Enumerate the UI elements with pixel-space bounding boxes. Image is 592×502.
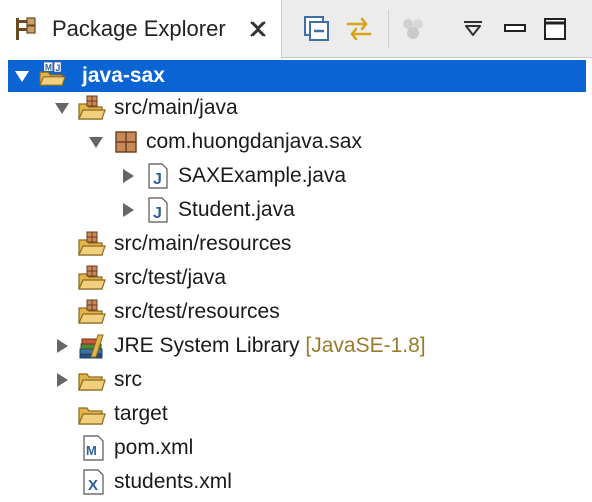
filters-icon[interactable] [398, 14, 428, 44]
tree-item-label: src/test/resources [114, 300, 280, 323]
library-name: JRE System Library [114, 334, 300, 357]
tree-item-project[interactable]: M J java-sax [8, 60, 586, 92]
source-folder-icon [78, 231, 106, 256]
tree-item-label: pom.xml [114, 436, 194, 459]
tree-item-label: src [114, 368, 142, 391]
package-icon [115, 131, 137, 153]
collapsed-twisty-icon[interactable] [120, 168, 136, 184]
tree-item-label: src/main/java [114, 96, 238, 119]
view-menu-icon[interactable] [458, 14, 488, 44]
tree-item-label: src/main/resources [114, 232, 292, 255]
tree-item-student[interactable]: J Student.java [8, 194, 586, 226]
source-folder-icon [78, 299, 106, 324]
package-tree: M J java-sax src/main/java com.huongdanj [0, 58, 592, 502]
tree-item-label: com.huongdanjava.sax [146, 130, 362, 153]
expanded-twisty-icon[interactable] [14, 68, 30, 84]
collapsed-twisty-icon[interactable] [54, 372, 70, 388]
svg-text:X: X [88, 477, 98, 494]
package-explorer-icon [16, 17, 36, 40]
tree-item-src-main-java[interactable]: src/main/java [8, 92, 586, 124]
library-icon [79, 334, 104, 359]
tree-item-pom[interactable]: M pom.xml [8, 432, 586, 464]
folder-icon [78, 407, 106, 425]
library-version-decoration: [JavaSE-1.8] [305, 334, 426, 357]
tree-item-src-test-java[interactable]: src/test/java [8, 262, 586, 294]
tab-title: Package Explorer [52, 16, 226, 41]
java-file-icon: J [148, 197, 168, 223]
collapsed-twisty-icon[interactable] [54, 338, 70, 354]
view-toolbar: Package Explorer [0, 0, 592, 58]
collapse-all-icon[interactable] [302, 14, 332, 44]
tree-item-label: target [114, 402, 168, 425]
tree-item-label: students.xml [114, 470, 232, 493]
tab-package-explorer[interactable]: Package Explorer [0, 0, 282, 58]
link-with-editor-icon[interactable] [344, 14, 374, 44]
maximize-icon[interactable] [540, 14, 570, 44]
source-folder-icon [78, 95, 106, 120]
svg-text:J: J [153, 205, 162, 222]
expanded-twisty-icon[interactable] [54, 100, 70, 116]
tree-item-label: java-sax [82, 64, 165, 87]
tree-item-src-test-resources[interactable]: src/test/resources [8, 296, 586, 328]
collapsed-twisty-icon[interactable] [120, 202, 136, 218]
svg-text:J: J [55, 63, 60, 73]
xml-file-icon: X [83, 469, 104, 495]
tree-item-folder-src[interactable]: src [8, 364, 586, 396]
tree-item-package[interactable]: com.huongdanjava.sax [8, 126, 586, 158]
toolbar-separator [388, 10, 389, 48]
close-icon[interactable] [247, 18, 269, 40]
svg-text:M: M [86, 443, 97, 458]
tree-item-label: Student.java [178, 198, 295, 221]
tree-item-students-xml[interactable]: X students.xml [8, 466, 586, 498]
tree-item-src-main-resources[interactable]: src/main/resources [8, 228, 586, 260]
maven-project-icon: M J [39, 61, 66, 86]
expanded-twisty-icon[interactable] [88, 134, 104, 150]
maven-pom-icon: M [83, 435, 104, 461]
minimize-icon[interactable] [500, 14, 530, 44]
svg-text:M: M [45, 62, 52, 72]
tree-item-label: SAXExample.java [178, 164, 347, 187]
folder-icon [78, 373, 106, 391]
tree-item-folder-target[interactable]: target [8, 398, 586, 430]
tree-item-label: JRE System Library [JavaSE-1.8] [114, 333, 426, 359]
tree-item-sax-example[interactable]: J SAXExample.java [8, 160, 586, 192]
java-file-icon: J [148, 163, 168, 189]
svg-text:J: J [153, 171, 162, 188]
tree-item-label: src/test/java [114, 266, 227, 289]
tree-item-jre-library[interactable]: JRE System Library [JavaSE-1.8] [8, 330, 586, 362]
source-folder-icon [78, 265, 106, 290]
